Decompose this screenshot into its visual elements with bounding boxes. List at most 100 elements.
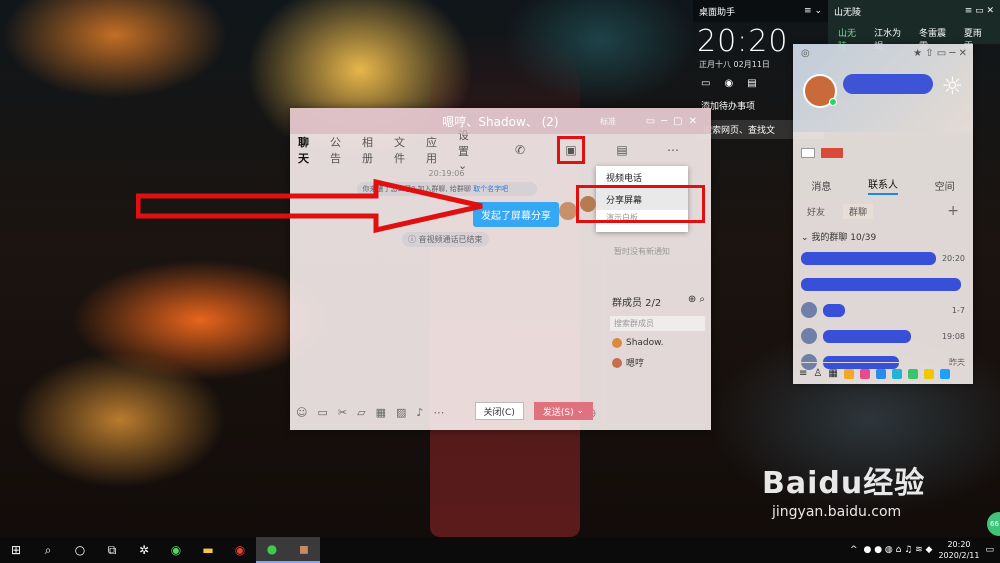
menu-icon[interactable]: ≡ [799,368,807,379]
gif-icon[interactable]: ▭ [317,406,327,419]
monitor-icon[interactable]: ▭ [701,78,710,89]
windows-taskbar: ⊞ ⌕ ○ ⧉ ✲ ◉ ▬ ◉ ● ◼ ^ ● ● ◍ ⌂ ♫ ≋ ◆ 20:2… [0,537,1000,563]
app-icon[interactable]: ◉ [160,537,192,563]
folder-icon[interactable]: ▱ [357,406,365,419]
tray-chevron-icon[interactable]: ^ [850,545,858,555]
online-status-icon[interactable] [829,98,837,106]
member-item[interactable]: Shadow. [612,338,705,348]
member-item[interactable]: 嗯哼 [612,356,705,369]
cortana-icon[interactable]: ○ [64,537,96,563]
member-search-input[interactable]: 搜索群成员 [610,316,705,331]
emoji-icon[interactable]: ☺ [296,406,307,419]
tab-contacts[interactable]: 联系人 [867,176,898,195]
pinwheel-app-icon[interactable]: ✲ [128,537,160,563]
member-name: Shadow. [626,338,664,348]
scissors-icon[interactable]: ✂ [338,406,347,419]
chat-actions: 关闭(C) 发送(S) ⌄ [474,402,593,420]
tray-app-icons[interactable]: ● ● ◍ ⌂ ♫ ≋ ◆ [863,545,932,555]
qq-status-row [793,132,973,174]
app-icon[interactable] [939,368,950,379]
list-item[interactable] [793,271,973,297]
level-badge[interactable] [821,148,843,158]
chat-titlebar: 嗯哼、Shadow、 (2) 标准 ▭─▢✕ [290,108,711,134]
assistant-solar-date: 02月11日 [733,60,770,69]
qq-profile-header: ◎ ★ ⇧ ▭ ─ ✕ ☼ [793,44,973,132]
netease-music-icon[interactable]: ◉ [224,537,256,563]
task-view-icon[interactable]: ⧉ [96,537,128,563]
app-icon[interactable] [875,368,886,379]
contacts-icon[interactable]: ♙ [813,368,822,379]
list-item[interactable]: 1-7 [793,297,973,323]
status-icon[interactable] [801,148,815,158]
list-item[interactable]: 19:08 [793,323,973,349]
sender-avatar[interactable] [559,202,577,220]
tab-chat[interactable]: 聊天 [298,134,309,166]
group-name-redacted [801,277,961,291]
watermark-brand: Baidu经验 [762,466,926,501]
member-name: 嗯哼 [626,359,645,369]
note-icon[interactable]: ▤ [747,78,756,89]
weather-sun-icon[interactable]: ☼ [941,72,963,100]
tab-files[interactable]: 文件 [394,134,405,166]
add-icon[interactable]: + [947,203,959,219]
window-controls-icon[interactable]: ▭─▢✕ [646,116,703,127]
member-search-icon[interactable]: ⊕ ⌕ [688,294,705,309]
group-name-redacted [823,329,911,343]
tab-qzone[interactable]: 空间 [935,178,955,193]
group-avatar [801,328,817,344]
bell-icon[interactable]: ♪ [416,406,423,419]
more-icon[interactable]: ⋯ [433,406,444,419]
tab-album[interactable]: 相册 [362,134,373,166]
topbar-controls-icon[interactable]: ≡ ▭ ✕ [965,6,994,16]
window-controls-icon[interactable]: ★ ⇧ ▭ ─ ✕ [913,48,967,59]
watermark-url: jingyan.baidu.com [772,504,902,520]
search-icon[interactable]: ⌕ [32,537,64,563]
send-button[interactable]: 发送(S) ⌄ [533,402,593,420]
taskbar-clock[interactable]: 20:20 2020/2/11 [938,539,979,561]
windows-start-icon[interactable]: ⊞ [0,537,32,563]
tab-apps[interactable]: 应用 [426,134,437,166]
taskbar-date: 2020/2/11 [938,551,980,560]
assistant-menu-icon[interactable]: ≡ ⌄ [804,6,822,16]
add-chat-icon[interactable]: ▤ [613,141,631,159]
wechat-icon[interactable]: ● [256,537,288,563]
app-icon[interactable] [923,368,934,379]
notification-icon[interactable]: ▭ [985,545,994,555]
subtab-friends[interactable]: 好友 [807,205,825,218]
members-header: 群成员 2/2 ⊕ ⌕ [612,294,705,309]
message-timestamp: 20:19:06 [428,169,465,178]
app-icon[interactable] [907,368,918,379]
apps-icon[interactable]: ▦ [376,406,386,419]
file-explorer-icon[interactable]: ▬ [192,537,224,563]
system-message: ⓘ 音视频通话已结束 [402,232,489,247]
app-icon[interactable] [843,368,854,379]
group-list-title-text: 我的群聊 10/39 [811,233,877,243]
more-icon[interactable]: ⋯ [664,141,682,159]
tab-messages[interactable]: 消息 [811,178,831,193]
send-label: 发送(S) [542,407,574,418]
list-item-time: 20:20 [941,253,965,263]
phone-icon[interactable]: ✆ [511,141,529,159]
eye-icon[interactable]: ◉ [724,78,733,89]
app-icon[interactable] [859,368,870,379]
chat-mode[interactable]: 标准 [600,116,616,127]
video-call-icon[interactable]: ▣ [557,135,585,164]
apps-icon[interactable]: ▦ [828,368,837,379]
list-item[interactable]: 20:20 [793,245,973,271]
assistant-title: 桌面助手 [699,7,736,18]
qq-main-tabs: 消息 联系人 空间 [793,174,973,198]
group-list-title[interactable]: ⌄ 我的群聊 10/39 [793,224,973,245]
close-button[interactable]: 关闭(C) [474,402,524,420]
tab-announcement[interactable]: 公告 [330,134,341,166]
skin-icon[interactable]: ◎ [801,48,810,59]
member-avatar [612,338,622,348]
group-avatar [801,302,817,318]
user-nickname-redacted [843,74,933,94]
subtab-groups[interactable]: 群聊 [843,203,874,219]
group-name-redacted [801,251,936,265]
right-topbar: 山无陵 ≡ ▭ ✕ 山无陵 江水为竭 冬雷震震 夏雨雪 [828,0,1000,52]
contacts-subtabs: 好友 群聊 + [793,198,973,224]
qq-taskbar-icon[interactable]: ◼ [288,537,320,563]
app-icon[interactable] [891,368,902,379]
image-icon[interactable]: ▨ [396,406,406,419]
